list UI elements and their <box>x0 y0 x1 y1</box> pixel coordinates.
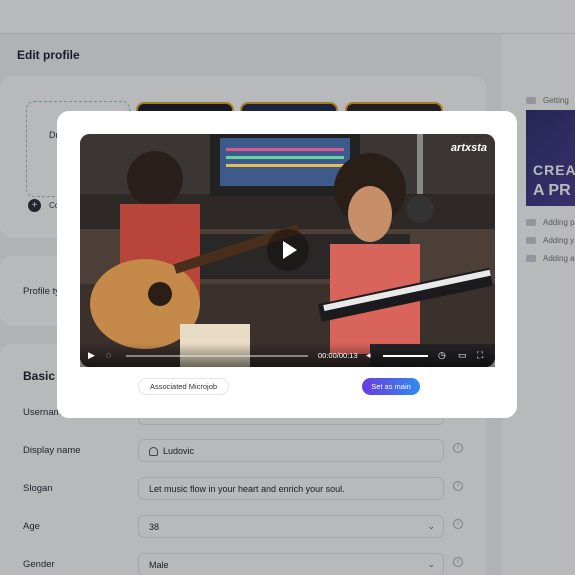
brand-watermark: artxsta <box>450 142 487 154</box>
speed-icon[interactable]: ◷ <box>438 351 448 360</box>
play-button[interactable] <box>267 229 309 271</box>
associated-microjob-button[interactable]: Associated Microjob <box>138 378 229 395</box>
set-as-main-button[interactable]: Set as main <box>362 378 420 395</box>
fullscreen-icon[interactable]: ⛶ <box>477 351 487 360</box>
video-time: 00:00/00:13 <box>318 351 358 360</box>
video-progress-bar[interactable] <box>126 355 308 357</box>
play-icon[interactable]: ▶ <box>88 351 98 360</box>
volume-icon[interactable]: ◂ <box>366 351 376 360</box>
settings-icon[interactable]: ◌ <box>106 351 116 360</box>
volume-fill <box>383 355 428 357</box>
pip-icon[interactable]: ▭ <box>458 351 468 360</box>
volume-slider[interactable] <box>383 355 428 357</box>
